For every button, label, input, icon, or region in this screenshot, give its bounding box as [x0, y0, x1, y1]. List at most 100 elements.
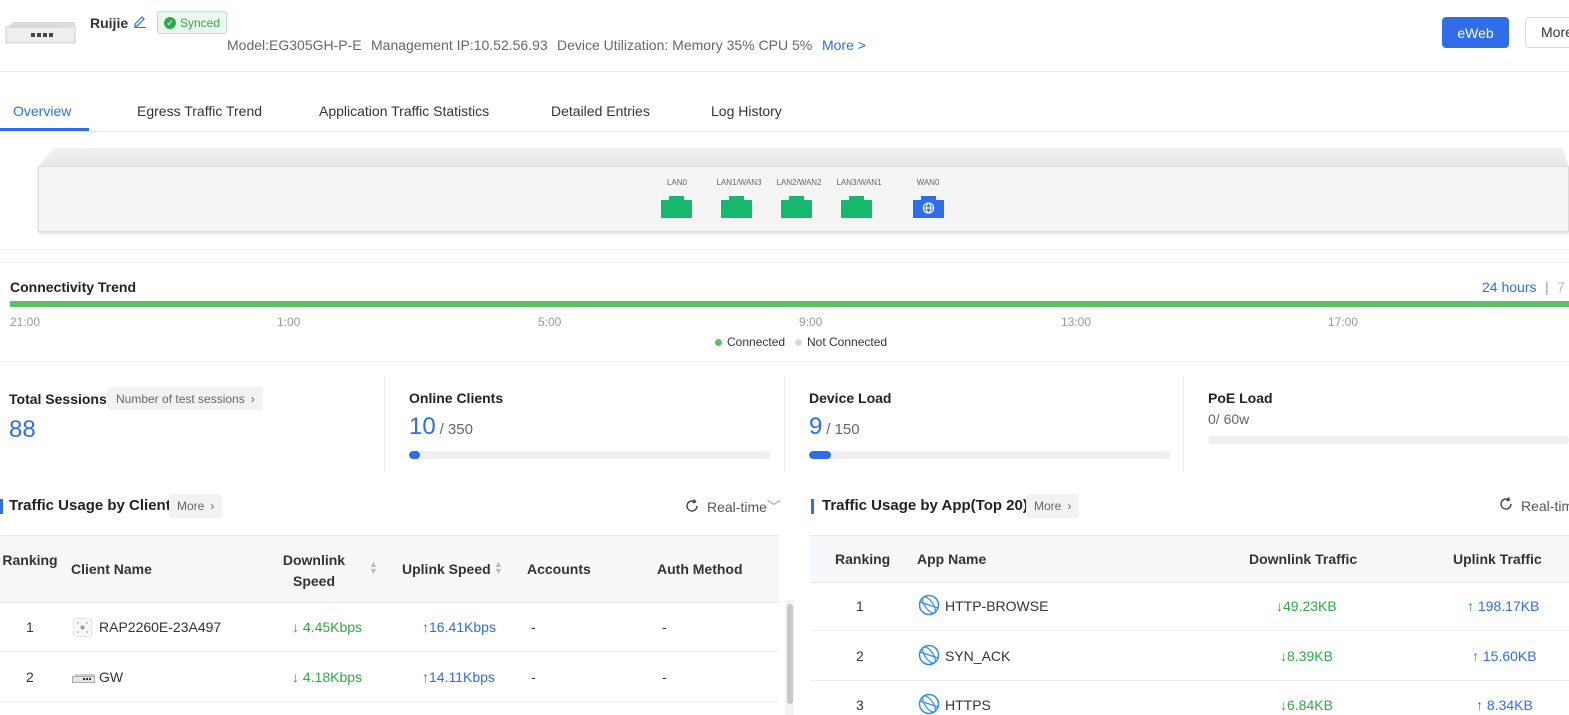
- refresh-icon[interactable]: [685, 498, 699, 516]
- port-lan2-wan2[interactable]: [781, 194, 812, 218]
- cell-rank: 2: [856, 648, 864, 664]
- column-downlink-speed[interactable]: Downlink Speed: [278, 550, 350, 592]
- app-more-button[interactable]: More ›: [1026, 494, 1080, 518]
- total-sessions-title: Total Sessions: [9, 391, 107, 407]
- cell-rank: 2: [26, 669, 34, 685]
- range-7-days[interactable]: 7: [1557, 279, 1565, 295]
- eweb-button[interactable]: eWeb: [1442, 17, 1509, 48]
- edit-icon[interactable]: [133, 14, 147, 29]
- cell-downlink: ↓6.84KB: [1280, 697, 1333, 713]
- cell-downlink: ↓8.39KB: [1280, 648, 1333, 664]
- column-ranking: Ranking: [2, 552, 58, 568]
- column-auth-method: Auth Method: [657, 561, 743, 577]
- connected-dot-icon: [715, 338, 722, 346]
- column-uplink-speed[interactable]: Uplink Speed: [402, 561, 491, 577]
- divider: [0, 71, 1569, 72]
- row-divider: [810, 680, 1569, 681]
- test-sessions-button[interactable]: Number of test sessions ›: [108, 387, 263, 410]
- device-load-value-group: 9 / 150: [809, 413, 860, 441]
- online-clients-max: / 350: [439, 421, 473, 438]
- chevron-down-icon: ﹀: [766, 499, 781, 515]
- divider: [784, 376, 785, 472]
- tab-application-traffic-statistics[interactable]: Application Traffic Statistics: [319, 103, 489, 119]
- cell-auth-method: -: [662, 619, 667, 635]
- cell-uplink: ↑16.41Kbps: [422, 619, 496, 635]
- device-load-value: 9: [809, 413, 823, 440]
- connectivity-trend-title: Connectivity Trend: [10, 279, 137, 295]
- time-tick: 9:00: [799, 315, 823, 329]
- divider: [1183, 376, 1184, 472]
- cell-accounts: -: [531, 669, 536, 685]
- client-more-button[interactable]: More ›: [169, 494, 223, 518]
- more-button[interactable]: More: [1525, 17, 1569, 48]
- model-text: Model:EG305GH-P-E: [227, 37, 362, 53]
- port-wan0[interactable]: [913, 194, 944, 218]
- app-period-select[interactable]: Real-tim: [1499, 497, 1569, 514]
- check-icon: ✓: [164, 16, 176, 29]
- globe-icon: [918, 594, 940, 619]
- chevron-right-icon: ›: [210, 499, 215, 513]
- device-load-title: Device Load: [809, 390, 892, 406]
- divider: [0, 131, 1569, 132]
- time-tick: 1:00: [277, 315, 301, 329]
- globe-icon: [918, 693, 940, 715]
- tab-log-history[interactable]: Log History: [711, 103, 782, 119]
- online-clients-title: Online Clients: [409, 390, 504, 406]
- more-details-link[interactable]: More >: [822, 37, 866, 53]
- refresh-icon[interactable]: [1499, 497, 1513, 514]
- time-tick: 13:00: [1061, 315, 1092, 329]
- cell-client-name[interactable]: GW: [99, 669, 123, 685]
- chevron-right-icon: ›: [250, 391, 255, 406]
- cell-uplink: ↑ 8.34KB: [1476, 697, 1533, 713]
- sort-icon[interactable]: ▲ ▼: [494, 560, 503, 576]
- legend-label: Connected: [727, 335, 786, 349]
- row-divider: [810, 630, 1569, 631]
- column-accounts: Accounts: [527, 561, 591, 577]
- tab-detailed-entries[interactable]: Detailed Entries: [551, 103, 650, 119]
- poe-load-title: PoE Load: [1208, 390, 1273, 406]
- management-ip-text: Management IP:10.52.56.93: [371, 37, 548, 53]
- client-period-select[interactable]: Real-time ﹀: [685, 497, 781, 517]
- utilization-text: Device Utilization: Memory 35% CPU 5%: [557, 37, 813, 53]
- cell-client-name[interactable]: RAP2260E-23A497: [99, 619, 221, 635]
- port-lan0[interactable]: [661, 194, 692, 218]
- port-label-lan3-wan1: LAN3/WAN1: [836, 178, 882, 187]
- device-panel-top: [38, 148, 1569, 168]
- more-label: More: [177, 499, 205, 513]
- divider: [0, 361, 1569, 362]
- globe-icon: [913, 196, 944, 218]
- column-client-name: Client Name: [71, 561, 152, 577]
- legend-label: Not Connected: [807, 335, 888, 349]
- legend-not-connected: Not Connected: [795, 335, 887, 349]
- divider: [0, 249, 1569, 250]
- test-sessions-label: Number of test sessions: [116, 391, 245, 406]
- time-tick: 21:00: [10, 315, 41, 329]
- section-accent-bar: [0, 499, 3, 514]
- port-lan1-wan3[interactable]: [721, 194, 752, 218]
- chevron-right-icon: ›: [1067, 499, 1072, 513]
- cell-downlink: ↓49.23KB: [1276, 598, 1337, 614]
- sort-icon[interactable]: ▲ ▼: [369, 560, 378, 576]
- scrollbar-thumb[interactable]: [787, 604, 793, 704]
- tab-overview[interactable]: Overview: [13, 103, 71, 119]
- gateway-icon: [72, 671, 96, 683]
- column-ranking: Ranking: [835, 551, 891, 567]
- row-divider: [0, 651, 779, 652]
- time-tick: 17:00: [1328, 315, 1359, 329]
- more-label: More: [1034, 499, 1062, 513]
- period-label: Real-time: [707, 499, 767, 515]
- device-load-progress: [809, 451, 1171, 459]
- period-label: Real-tim: [1521, 497, 1569, 514]
- port-lan3-wan1[interactable]: [841, 194, 872, 218]
- tab-egress-traffic-trend[interactable]: Egress Traffic Trend: [137, 103, 262, 119]
- online-clients-value: 10: [409, 413, 436, 440]
- cell-auth-method: -: [662, 669, 667, 685]
- client-traffic-title: Traffic Usage by Client: [9, 497, 171, 514]
- port-label-lan0: LAN0: [666, 178, 687, 187]
- port-label-lan2-wan2: LAN2/WAN2: [776, 178, 822, 187]
- cell-app-name: SYN_ACK: [945, 648, 1011, 664]
- cell-rank: 1: [26, 619, 34, 635]
- cell-downlink: ↓ 4.45Kbps: [292, 619, 363, 635]
- cell-rank: 1: [856, 598, 864, 614]
- range-24-hours[interactable]: 24 hours: [1482, 279, 1536, 295]
